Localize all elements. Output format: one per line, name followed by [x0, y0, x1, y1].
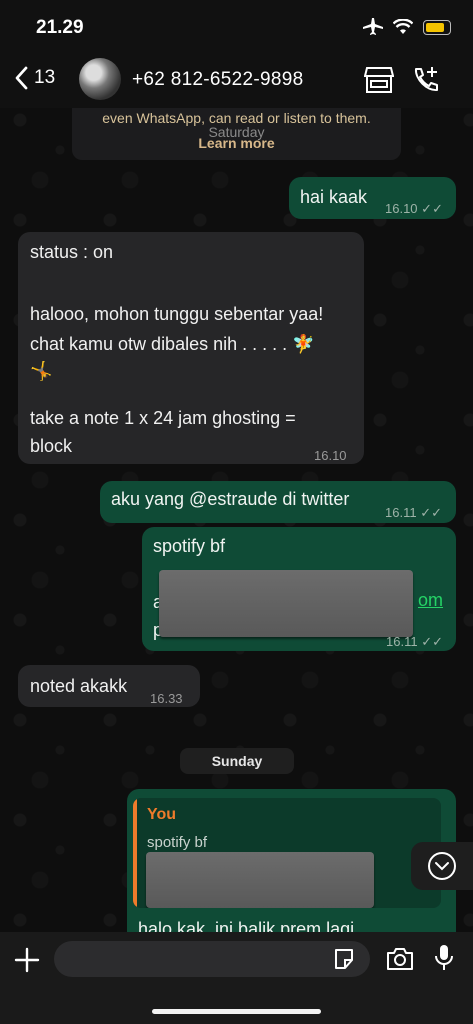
message-line: take a note 1 x 24 jam ghosting = — [30, 408, 296, 428]
avatar[interactable] — [79, 58, 121, 100]
scroll-down-button[interactable] — [411, 842, 473, 890]
quote-bar — [133, 798, 137, 908]
message-bubble[interactable]: spotify bf a p om 16.11 ✓✓ — [142, 527, 456, 651]
redacted-block — [159, 570, 413, 637]
message-bubble[interactable]: status : on halooo, mohon tunggu sebenta… — [18, 232, 364, 464]
read-ticks-icon: ✓✓ — [420, 505, 442, 520]
message-line: halooo, mohon tunggu sebentar yaa! — [30, 304, 324, 324]
message-input[interactable] — [54, 941, 370, 977]
message-text: aku yang @estraude di twitter — [111, 489, 350, 509]
date-chip: Sunday — [180, 748, 294, 774]
message-time: 16.11 — [386, 634, 418, 649]
message-bubble[interactable]: hai kaak 16.10 ✓✓ — [289, 177, 456, 219]
message-time: 16.10 — [385, 201, 418, 216]
message-time: 16.10 — [314, 448, 347, 463]
chat-header: 13 +62 812-6522-9898 — [0, 50, 473, 108]
chevron-left-icon — [15, 66, 28, 90]
message-bubble[interactable]: noted akakk 16.33 — [18, 665, 200, 707]
message-text: noted akakk — [30, 676, 128, 696]
status-bar: 21.29 — [0, 0, 473, 50]
battery-icon — [423, 19, 451, 35]
unread-count: 13 — [34, 67, 56, 88]
contact-name[interactable]: +62 812-6522-9898 — [132, 69, 304, 91]
home-indicator — [152, 1009, 321, 1014]
message-line: status : on — [30, 242, 114, 262]
message-line: 🤸 — [30, 361, 53, 381]
airplane-icon — [363, 18, 383, 35]
quote-author: You — [147, 806, 177, 823]
chevron-down-icon — [428, 852, 456, 880]
redacted-block — [146, 852, 374, 908]
message-link[interactable]: om — [418, 587, 443, 614]
quoted-message[interactable]: You spotify bf — [133, 798, 441, 908]
status-time: 21.29 — [36, 17, 84, 38]
sticker-icon[interactable] — [332, 947, 356, 971]
message-time: 16.11 — [385, 505, 417, 520]
message-line: chat kamu otw dibales nih . . . . . 🧚 — [30, 334, 315, 354]
wifi-icon — [393, 19, 413, 34]
store-icon[interactable] — [364, 66, 394, 94]
add-call-icon[interactable] — [412, 66, 440, 94]
camera-icon[interactable] — [386, 947, 414, 971]
message-bubble[interactable]: aku yang @estraude di twitter 16.11 ✓✓ — [100, 481, 456, 523]
message-text: spotify bf — [153, 536, 226, 556]
microphone-icon[interactable] — [434, 944, 454, 972]
read-ticks-icon: ✓✓ — [421, 634, 443, 649]
message-line: block — [30, 436, 73, 456]
plus-icon[interactable] — [14, 947, 40, 973]
learn-more-link[interactable]: Learn more — [72, 135, 401, 151]
message-text: hai kaak — [300, 187, 368, 207]
back-button[interactable]: 13 — [14, 66, 55, 90]
read-ticks-icon: ✓✓ — [421, 201, 443, 216]
quote-text: spotify bf — [147, 834, 208, 851]
message-time: 16.33 — [150, 691, 183, 706]
encryption-notice: even WhatsApp, can read or listen to the… — [72, 108, 401, 160]
